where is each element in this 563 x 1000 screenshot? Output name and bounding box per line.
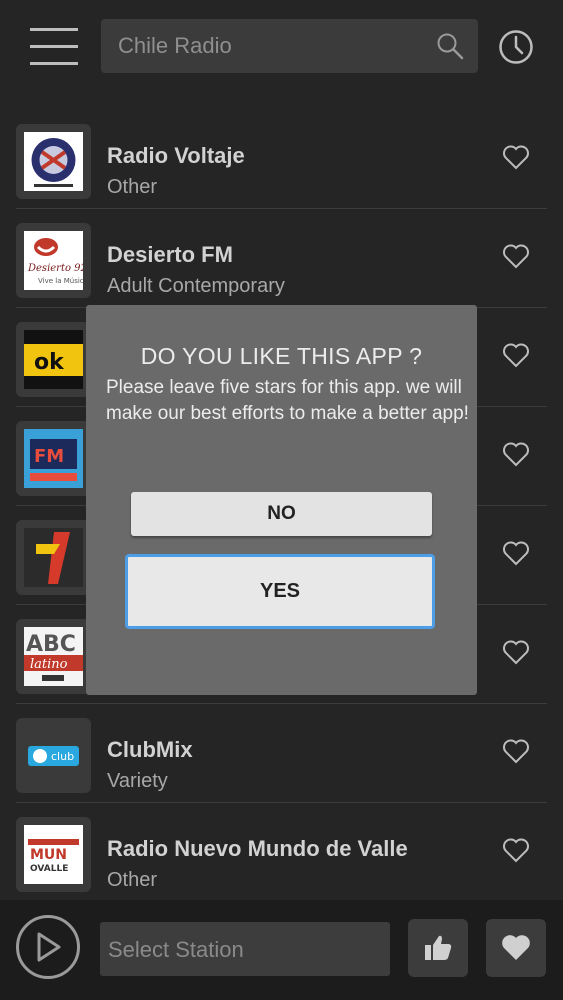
dialog-title: DO YOU LIKE THIS APP ? — [140, 343, 423, 369]
dialog-message: Please leave five stars for this app. we… — [106, 377, 469, 424]
modal-overlay: DO YOU LIKE THIS APP ? Please leave five… — [0, 0, 563, 1000]
yes-button[interactable]: YES — [125, 554, 435, 629]
no-button[interactable]: NO — [131, 492, 432, 536]
rate-app-dialog: DO YOU LIKE THIS APP ? Please leave five… — [86, 305, 477, 695]
